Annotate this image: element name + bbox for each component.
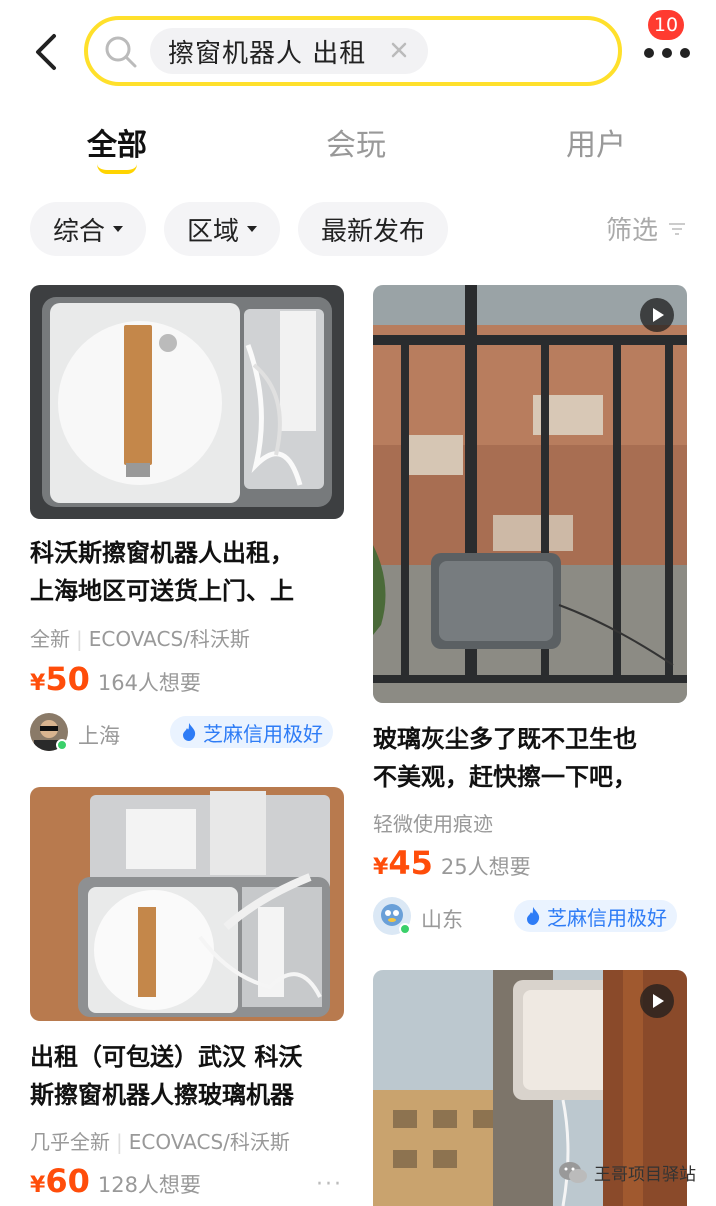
listing-condition: 几乎全新 xyxy=(30,1130,110,1154)
watermark-text: 王哥项目驿站 xyxy=(594,1165,696,1185)
listing-title[interactable]: 科沃斯擦窗机器人出租， 上海地区可送货上门、上 xyxy=(30,534,350,610)
listing-title-line: 不美观，赶快擦一下吧， xyxy=(373,763,637,791)
search-query-text: 擦窗机器人 出租 xyxy=(168,38,367,69)
listing-image[interactable] xyxy=(30,285,344,519)
play-video-icon[interactable] xyxy=(640,298,674,332)
credit-badge: 芝麻信用极好 xyxy=(170,716,333,748)
listing-condition: 轻微使用痕迹 xyxy=(373,812,493,836)
more-dots-icon xyxy=(644,48,690,58)
search-box[interactable]: 擦窗机器人 出租 xyxy=(84,16,622,86)
filter-sort-label: 综合 xyxy=(52,216,105,247)
online-indicator xyxy=(399,923,411,935)
back-button[interactable] xyxy=(30,30,66,74)
listing-price: 60 xyxy=(45,1162,90,1200)
listing-title-line: 科沃斯擦窗机器人出租， xyxy=(30,539,294,567)
filter-latest[interactable]: 最新发布 xyxy=(298,202,448,256)
listing-tags: 全新 | ECOVACS/科沃斯 xyxy=(30,627,250,651)
search-query-chip[interactable]: 擦窗机器人 出租 xyxy=(150,28,428,74)
product-photo xyxy=(30,787,344,1021)
flame-icon xyxy=(183,723,196,741)
filter-sort[interactable]: 综合 xyxy=(30,202,146,256)
credit-badge: 芝麻信用极好 xyxy=(514,900,677,932)
listing-title-line: 出租（可包送）武汉 科沃 xyxy=(30,1043,303,1071)
listing-tags: 轻微使用痕迹 xyxy=(373,808,493,837)
caret-down-icon xyxy=(247,226,257,232)
notification-badge: 10 xyxy=(648,10,684,40)
tab-play[interactable]: 会玩 xyxy=(326,120,386,164)
filter-button[interactable]: 筛选 xyxy=(606,210,688,247)
listing-wants: 164人想要 xyxy=(97,671,201,695)
listing-title-line: 上海地区可送货上门、上 xyxy=(30,577,294,605)
listing-brand: ECOVACS/科沃斯 xyxy=(128,1130,290,1154)
seller-location: 上海 xyxy=(78,724,120,748)
listing-wants: 128人想要 xyxy=(97,1173,201,1197)
tab-bar: 全部 会玩 用户 xyxy=(0,110,716,180)
filter-latest-label: 最新发布 xyxy=(320,216,425,247)
filter-icon xyxy=(669,222,686,235)
price-symbol: ¥ xyxy=(30,1173,46,1198)
listing-price-row: ¥ 60 128人想要 xyxy=(30,1162,201,1200)
listing-title[interactable]: 玻璃灰尘多了既不卫生也 不美观，赶快擦一下吧， xyxy=(373,720,693,796)
listing-price: 50 xyxy=(45,660,90,698)
seller-location: 山东 xyxy=(421,908,463,932)
listing-title-line: 斯擦窗机器人擦玻璃机器 xyxy=(30,1081,294,1109)
search-icon xyxy=(105,36,137,68)
top-bar: 擦窗机器人 出租 10 xyxy=(0,0,716,100)
clear-icon[interactable] xyxy=(388,39,410,61)
listing-brand: ECOVACS/科沃斯 xyxy=(88,627,250,651)
product-photo xyxy=(30,285,344,519)
listing-image[interactable] xyxy=(30,787,344,1021)
listing-more-button[interactable]: ··· xyxy=(316,1172,343,1197)
listing-image[interactable] xyxy=(373,285,687,703)
filter-region-label: 区域 xyxy=(186,216,239,247)
listing-price-row: ¥ 50 164人想要 xyxy=(30,660,201,698)
listing-tags: 几乎全新 | ECOVACS/科沃斯 xyxy=(30,1130,290,1154)
tab-active-indicator xyxy=(97,164,137,174)
price-symbol: ¥ xyxy=(30,671,46,696)
filter-region[interactable]: 区域 xyxy=(164,202,280,256)
listing-price-row: ¥ 45 25人想要 xyxy=(373,844,531,882)
listing-price: 45 xyxy=(388,844,433,882)
listing-condition: 全新 xyxy=(30,627,70,651)
wechat-icon xyxy=(559,1161,587,1183)
caret-down-icon xyxy=(113,226,123,232)
listing-title-line: 玻璃灰尘多了既不卫生也 xyxy=(373,725,637,753)
play-video-icon[interactable] xyxy=(640,984,674,1018)
price-symbol: ¥ xyxy=(373,855,389,880)
listing-title[interactable]: 出租（可包送）武汉 科沃 斯擦窗机器人擦玻璃机器 xyxy=(30,1038,350,1114)
product-photo xyxy=(373,285,687,703)
tab-users[interactable]: 用户 xyxy=(566,120,626,164)
filter-button-label: 筛选 xyxy=(606,216,659,246)
listing-wants: 25人想要 xyxy=(440,855,531,879)
online-indicator xyxy=(56,739,68,751)
watermark: 王哥项目驿站 xyxy=(558,1160,696,1185)
back-arrow-icon xyxy=(36,34,56,70)
flame-icon xyxy=(527,907,540,925)
credit-label: 芝麻信用极好 xyxy=(203,721,323,746)
credit-label: 芝麻信用极好 xyxy=(547,905,667,930)
tab-all[interactable]: 全部 xyxy=(87,120,147,164)
